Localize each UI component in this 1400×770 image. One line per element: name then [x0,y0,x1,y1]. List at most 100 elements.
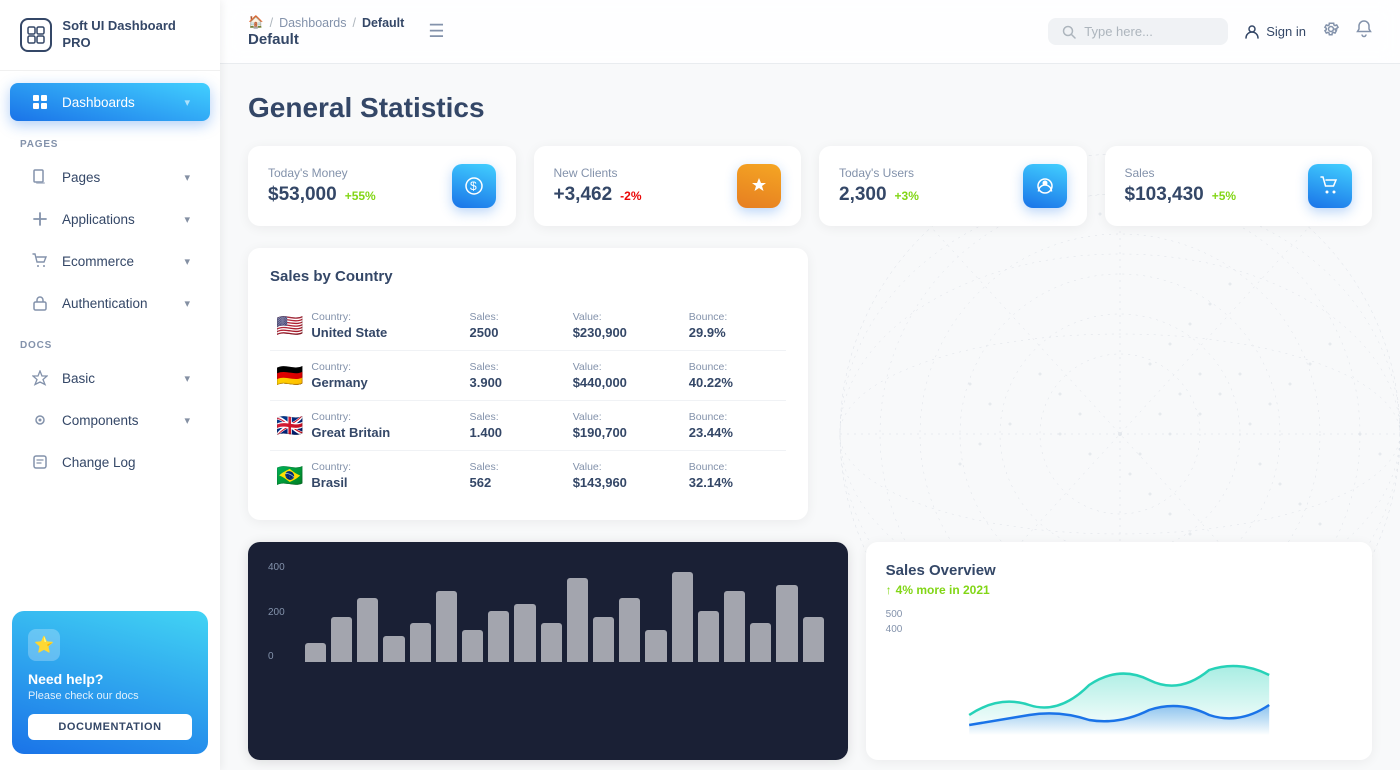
country-label: Country: [311,361,367,373]
bar [514,604,535,662]
bar [724,591,745,662]
table-row: 🇩🇪 Country: Germany Sales: 3.900 Value: … [270,351,786,401]
bounce-cell: Bounce: 23.44% [683,401,786,451]
stat-label: Today's Money [268,166,376,180]
svg-text:$: $ [470,179,477,193]
bar [462,630,483,662]
bar [672,572,693,662]
bar [488,611,509,662]
stat-change: -2% [620,189,641,203]
bar [750,623,771,662]
country-table: 🇺🇸 Country: United State Sales: 2500 Val… [270,301,786,500]
stat-change: +3% [895,189,919,203]
sales-cell: Sales: 1.400 [464,401,567,451]
bar [305,643,326,662]
value-cell: Value: $440,000 [567,351,683,401]
sidebar-item-label: Pages [62,170,100,185]
pages-icon [30,167,50,187]
stat-icon-money: $ [452,164,496,208]
sidebar-item-components[interactable]: Components ▾ [10,401,210,439]
bar [803,617,824,662]
help-subtitle: Please check our docs [28,690,139,702]
bounce-label: Bounce: [689,311,780,323]
sidebar-item-label: Change Log [62,455,136,470]
page-title: General Statistics [248,92,1372,124]
notification-icon[interactable] [1356,20,1372,43]
sidebar-item-basic[interactable]: Basic ▾ [10,359,210,397]
sales-value: 562 [470,475,561,490]
chevron-icon: ▾ [184,297,190,310]
bounce-cell: Bounce: 32.14% [683,451,786,501]
table-row: 🇺🇸 Country: United State Sales: 2500 Val… [270,301,786,351]
sales-by-country-section: Sales by Country 🇺🇸 Country: United Stat… [248,248,1372,520]
bar [567,578,588,662]
bar [331,617,352,662]
stat-card-users-info: Today's Users 2,300 +3% [839,166,919,206]
help-title: Need help? [28,671,103,687]
stat-value: 2,300 [839,184,887,206]
bottom-row: 400 200 0 Sales Overview ↑ 4% more in 20… [248,542,1372,760]
applications-icon [30,209,50,229]
stat-card-money: Today's Money $53,000 +55% $ [248,146,516,226]
topbar-actions: Sign in [1244,20,1372,43]
home-icon[interactable]: 🏠 [248,15,264,30]
sidebar-item-label: Authentication [62,296,148,311]
sidebar-item-pages[interactable]: Pages ▾ [10,158,210,196]
y-label-400: 400 [886,624,1352,635]
sidebar-item-dashboards[interactable]: Dashboards ▾ [10,83,210,121]
country-label: Country: [311,411,390,423]
sales-by-country-title: Sales by Country [270,268,786,285]
breadcrumb-sep1: / [270,16,273,30]
settings-icon[interactable] [1322,20,1340,43]
value-value: $230,900 [573,325,677,340]
bounce-value: 23.44% [689,425,780,440]
stat-label: New Clients [554,166,642,180]
sidebar-item-applications[interactable]: Applications ▾ [10,200,210,238]
bounce-label: Bounce: [689,411,780,423]
bar-chart-card: 400 200 0 [248,542,848,760]
sidebar-item-ecommerce[interactable]: Ecommerce ▾ [10,242,210,280]
stat-value: $53,000 [268,184,337,206]
bar [698,611,719,662]
search-icon [1062,25,1076,39]
signin-button[interactable]: Sign in [1244,24,1306,40]
bar [357,598,378,662]
help-card: ⭐ Need help? Please check our docs DOCUM… [12,611,208,754]
page-title: Default [248,31,404,48]
value-value: $440,000 [573,375,677,390]
sidebar-item-authentication[interactable]: Authentication ▾ [10,284,210,322]
value-label: Value: [573,361,677,373]
stat-card-sales: Sales $103,430 +5% [1105,146,1373,226]
country-value: United State [311,325,387,340]
sidebar-item-changelog[interactable]: Change Log [10,443,210,481]
country-value: Great Britain [311,425,390,440]
sales-label: Sales: [470,361,561,373]
country-cell: 🇺🇸 Country: United State [270,301,464,351]
bounce-value: 40.22% [689,375,780,390]
stat-card-clients: New Clients +3,462 -2% [534,146,802,226]
signin-label: Sign in [1266,24,1306,39]
flag-icon: 🇧🇷 [276,463,303,489]
stat-card-users: Today's Users 2,300 +3% [819,146,1087,226]
sidebar-item-label: Basic [62,371,95,386]
chart-y-labels: 400 200 0 [268,562,285,662]
sales-by-country-card: Sales by Country 🇺🇸 Country: United Stat… [248,248,808,520]
topbar: 🏠 / Dashboards / Default Default ☰ Sign … [220,0,1400,64]
sidebar-item-label: Applications [62,212,135,227]
table-row: 🇬🇧 Country: Great Britain Sales: 1.400 V… [270,401,786,451]
breadcrumb-current: Default [362,16,404,30]
flag-icon: 🇺🇸 [276,313,303,339]
stat-label: Sales [1125,166,1237,180]
breadcrumb-dashboards[interactable]: Dashboards [279,16,346,30]
chevron-icon: ▾ [184,96,190,109]
search-box [1048,18,1228,45]
bar [383,636,404,662]
flag-icon: 🇩🇪 [276,363,303,389]
documentation-button[interactable]: DOCUMENTATION [28,714,192,740]
docs-section-label: DOCS [0,324,220,357]
stat-icon-sales [1308,164,1352,208]
bar-chart [301,562,828,662]
search-input[interactable] [1084,24,1214,39]
sales-value: 1.400 [470,425,561,440]
hamburger-button[interactable]: ☰ [420,17,452,46]
